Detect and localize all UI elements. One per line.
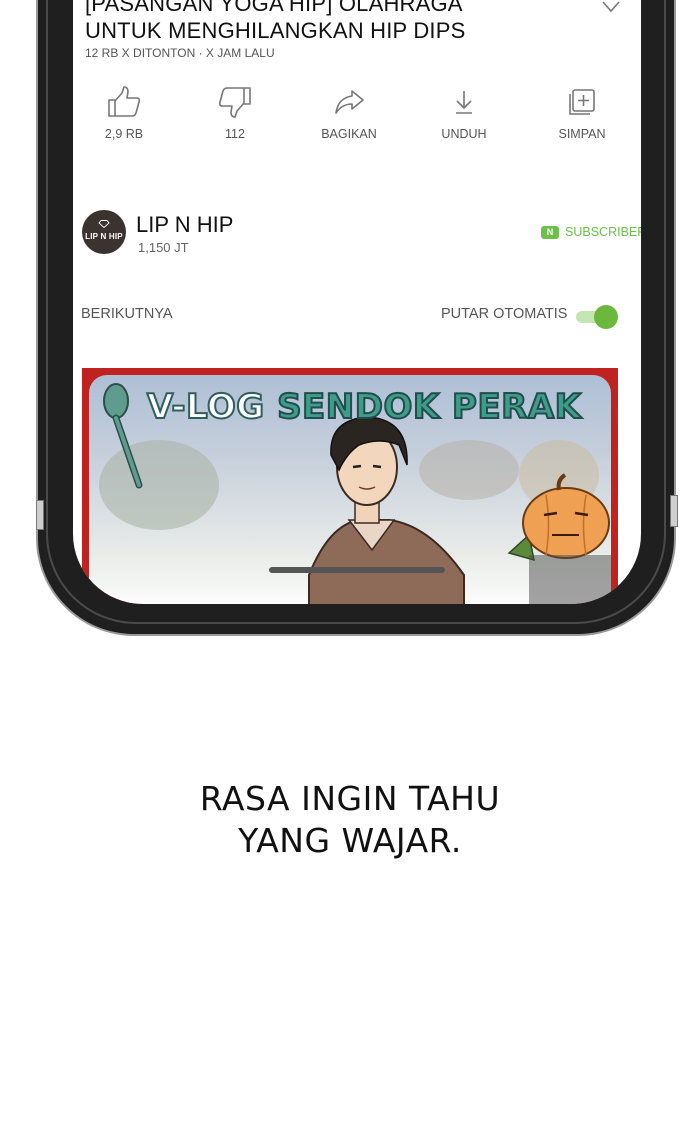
phone-side-button-left <box>36 500 44 530</box>
video-actions: 2,9 RB 112 BAGIKAN UNDUH SIMPAN <box>73 85 641 155</box>
thumbs-up-icon <box>108 86 141 117</box>
save-label: SIMPAN <box>558 127 606 141</box>
download-label: UNDUH <box>441 127 487 141</box>
video-title-line-2: UNTUK MENGHILANGKAN HIP DIPS <box>85 18 466 43</box>
video-meta: 12 RB X DITONTON · X JAM LALU <box>85 46 275 60</box>
share-button[interactable]: BAGIKAN <box>304 85 394 141</box>
save-button[interactable]: SIMPAN <box>537 85 627 141</box>
home-indicator[interactable] <box>269 567 445 573</box>
avatar-logo-text: LIP N HIP <box>85 232 123 241</box>
download-icon <box>456 91 472 114</box>
diamond-icon <box>98 220 110 228</box>
thumbnail-title: V-LOG SENDOK PERAK <box>146 386 582 428</box>
toggle-knob <box>594 305 618 329</box>
subscribe-button[interactable]: N SUBSCRIBER <box>541 225 641 239</box>
channel-avatar[interactable]: LIP N HIP <box>82 210 126 254</box>
phone-side-button-right <box>670 495 678 527</box>
video-title-line-1: [PASANGAN YOGA HIP] OLAHRAGA <box>85 0 463 16</box>
channel-subscriber-count: 1,150 JT <box>138 240 189 255</box>
naver-badge-icon: N <box>541 225 559 239</box>
share-icon <box>335 90 364 114</box>
save-icon <box>569 89 595 115</box>
like-button[interactable]: 2,9 RB <box>79 85 169 141</box>
caption-line-2: YANG WAJAR. <box>238 821 462 860</box>
dislike-button[interactable]: 112 <box>190 85 280 141</box>
subscribe-label: SUBSCRIBER <box>565 225 641 239</box>
phone-screen: [PASANGAN YOGA HIP] OLAHRAGA UNTUK MENGH… <box>73 0 641 604</box>
download-button[interactable]: UNDUH <box>419 85 509 141</box>
thumbnail-title-part-1: V-LOG <box>146 386 265 428</box>
autoplay-label: PUTAR OTOMATIS <box>441 306 568 322</box>
channel-name[interactable]: LIP N HIP <box>136 212 233 238</box>
autoplay-toggle[interactable] <box>576 305 618 329</box>
thumbs-down-icon <box>218 87 251 118</box>
up-next-label: BERIKUTNYA <box>81 306 173 322</box>
share-label: BAGIKAN <box>321 127 377 141</box>
caption-line-1: RASA INGIN TAHU <box>199 779 501 818</box>
expand-chevron-icon[interactable] <box>601 0 621 14</box>
comic-panel: [PASANGAN YOGA HIP] OLAHRAGA UNTUK MENGH… <box>0 0 700 1143</box>
thumbnail-title-part-2: SENDOK PERAK <box>276 386 582 428</box>
narration-caption: RASA INGIN TAHU YANG WAJAR. <box>0 778 700 862</box>
dislike-count: 112 <box>225 127 245 141</box>
like-count: 2,9 RB <box>104 127 144 141</box>
video-title[interactable]: [PASANGAN YOGA HIP] OLAHRAGA UNTUK MENGH… <box>85 0 605 44</box>
